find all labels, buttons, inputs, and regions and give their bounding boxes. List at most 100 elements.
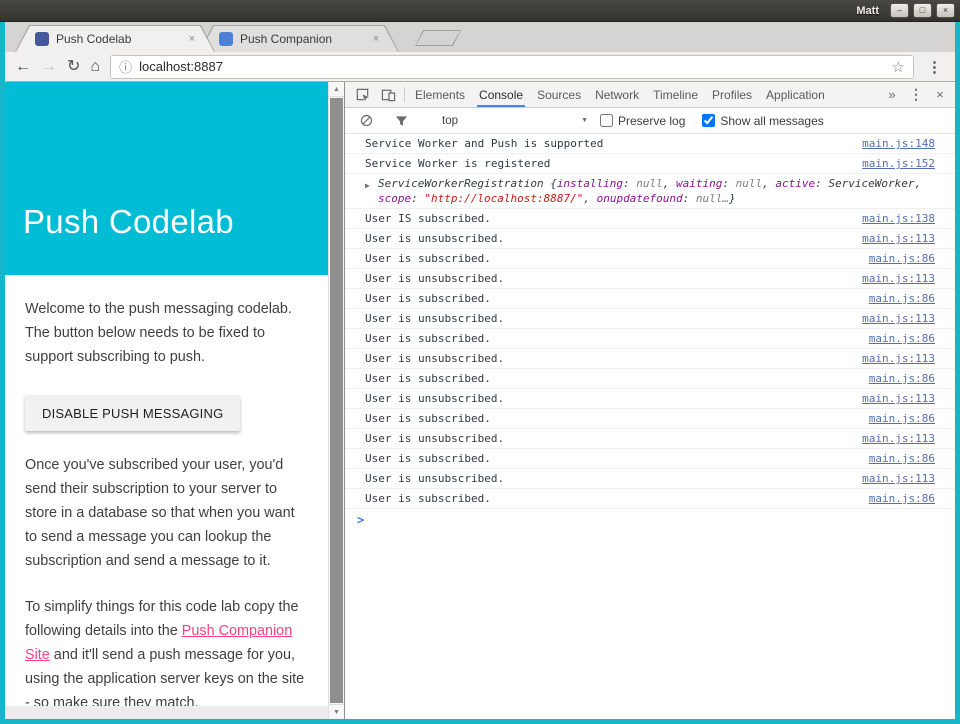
minimize-button[interactable]: – bbox=[890, 3, 909, 18]
toolbar-divider bbox=[404, 87, 405, 102]
console-message-row: User is subscribed. main.js:86 bbox=[345, 289, 955, 309]
browser-tab-push-companion[interactable]: Push Companion × bbox=[199, 25, 399, 52]
console-message-text: User is unsubscribed. bbox=[365, 431, 848, 446]
tab-favicon bbox=[219, 32, 233, 46]
maximize-button[interactable]: □ bbox=[913, 3, 932, 18]
devtools-tab-bar: Elements Console Sources Network Timelin… bbox=[345, 82, 955, 108]
tab-close-icon[interactable]: × bbox=[373, 33, 379, 45]
browser-tab-push-codelab[interactable]: Push Codelab × bbox=[15, 25, 215, 52]
clear-console-icon[interactable] bbox=[353, 114, 379, 127]
reload-button[interactable]: ↻ bbox=[67, 59, 80, 75]
new-tab-button[interactable] bbox=[415, 30, 461, 46]
companion-text-after: and it'll send a push message for you, u… bbox=[25, 647, 304, 711]
site-info-icon[interactable]: ⓘ bbox=[119, 57, 132, 76]
page-hero: Push Codelab bbox=[5, 82, 328, 275]
devtools-tab-network[interactable]: Network bbox=[588, 82, 646, 107]
tab-title: Push Companion bbox=[240, 32, 366, 46]
console-message-text: Service Worker is registered bbox=[365, 156, 848, 171]
console-message-row: User is unsubscribed. main.js:113 bbox=[345, 389, 955, 409]
page-scrollbar[interactable]: ▲ ▼ bbox=[328, 82, 344, 719]
console-messages: Service Worker and Push is supportedmain… bbox=[345, 134, 955, 509]
object-class-name: ServiceWorkerRegistration bbox=[378, 177, 550, 190]
scrollbar-thumb[interactable] bbox=[330, 98, 343, 703]
console-source-link[interactable]: main.js:86 bbox=[869, 411, 935, 426]
console-message-row: User is subscribed. main.js:86 bbox=[345, 329, 955, 349]
console-message-row: User is subscribed. main.js:86 bbox=[345, 489, 955, 509]
console-source-link[interactable]: main.js:113 bbox=[862, 471, 935, 486]
console-source-link[interactable]: main.js:113 bbox=[862, 231, 935, 246]
devtools-panel: Elements Console Sources Network Timelin… bbox=[345, 82, 955, 719]
console-source-link[interactable]: main.js:152 bbox=[862, 156, 935, 171]
console-message-text: User is unsubscribed. bbox=[365, 271, 848, 286]
devtools-tab-profiles[interactable]: Profiles bbox=[705, 82, 759, 107]
tab-strip: Push Codelab × Push Companion × bbox=[5, 22, 955, 52]
forward-button[interactable]: → bbox=[41, 59, 57, 75]
console-source-link[interactable]: main.js:138 bbox=[862, 211, 935, 226]
hero-title: Push Codelab bbox=[23, 203, 234, 241]
chevron-down-icon: ▼ bbox=[581, 117, 588, 124]
titlebar-user-label: Matt bbox=[856, 5, 879, 17]
devtools-tab-console[interactable]: Console bbox=[472, 82, 530, 107]
scrollbar-down-arrow-icon[interactable]: ▼ bbox=[329, 704, 344, 719]
console-source-link[interactable]: main.js:86 bbox=[869, 371, 935, 386]
expand-triangle-icon[interactable]: ▶ bbox=[365, 178, 370, 193]
code-block-top bbox=[5, 706, 328, 719]
console-message-row: User is unsubscribed. main.js:113 bbox=[345, 269, 955, 289]
preserve-log-checkbox[interactable]: Preserve log bbox=[600, 114, 685, 128]
codelab-page: Push Codelab Welcome to the push messagi… bbox=[5, 82, 345, 719]
console-source-link[interactable]: main.js:86 bbox=[869, 451, 935, 466]
console-message-row: User is unsubscribed. main.js:113 bbox=[345, 429, 955, 449]
console-source-link[interactable]: main.js:113 bbox=[862, 311, 935, 326]
omnibox[interactable]: ⓘ localhost:8887 ☆ bbox=[110, 55, 914, 79]
show-all-messages-checkbox[interactable]: Show all messages bbox=[702, 114, 823, 128]
companion-paragraph: To simplify things for this code lab cop… bbox=[25, 595, 308, 715]
tab-close-icon[interactable]: × bbox=[189, 33, 195, 45]
devtools-tab-elements[interactable]: Elements bbox=[408, 82, 472, 107]
bookmark-star-icon[interactable]: ☆ bbox=[892, 58, 905, 76]
console-source-link[interactable]: main.js:113 bbox=[862, 271, 935, 286]
console-message-row: User is unsubscribed. main.js:113 bbox=[345, 349, 955, 369]
inspect-element-icon[interactable] bbox=[349, 82, 375, 107]
console-source-link[interactable]: main.js:86 bbox=[869, 291, 935, 306]
intro-paragraph: Welcome to the push messaging codelab. T… bbox=[25, 297, 308, 369]
console-message-text: User is subscribed. bbox=[365, 491, 855, 506]
console-source-link[interactable]: main.js:148 bbox=[862, 136, 935, 151]
execution-context-selector[interactable]: top ▼ bbox=[439, 115, 591, 127]
console-source-link[interactable]: main.js:86 bbox=[869, 331, 935, 346]
show-all-messages-checkbox-input[interactable] bbox=[702, 114, 715, 127]
devtools-menu-icon[interactable]: ⋮ bbox=[904, 86, 928, 103]
console-message-row: User is subscribed. main.js:86 bbox=[345, 409, 955, 429]
console-source-link[interactable]: main.js:113 bbox=[862, 391, 935, 406]
devtools-tab-application[interactable]: Application bbox=[759, 82, 832, 107]
console-message-text: User is unsubscribed. bbox=[365, 391, 848, 406]
home-button[interactable]: ⌂ bbox=[90, 59, 100, 75]
devtools-tab-timeline[interactable]: Timeline bbox=[646, 82, 705, 107]
device-toolbar-icon[interactable] bbox=[375, 82, 401, 107]
console-source-link[interactable]: main.js:86 bbox=[869, 491, 935, 506]
console-source-link[interactable]: main.js:86 bbox=[869, 251, 935, 266]
scrollbar-up-arrow-icon[interactable]: ▲ bbox=[329, 82, 344, 97]
browser-menu-button[interactable]: ⋮ bbox=[924, 58, 945, 76]
console-source-link[interactable]: main.js:113 bbox=[862, 431, 935, 446]
overflow-chevron-icon[interactable]: » bbox=[880, 87, 904, 102]
console-message-text: ▶ServiceWorkerRegistration {installing: … bbox=[365, 176, 935, 206]
window-titlebar: Matt – □ × bbox=[0, 0, 960, 22]
filter-icon[interactable] bbox=[388, 115, 414, 127]
console-message-row: User is unsubscribed.main.js:113 bbox=[345, 469, 955, 489]
devtools-close-icon[interactable]: × bbox=[928, 87, 952, 102]
console-message-text: User is subscribed. bbox=[365, 451, 855, 466]
disable-push-button[interactable]: DISABLE PUSH MESSAGING bbox=[25, 395, 240, 431]
devtools-tab-sources[interactable]: Sources bbox=[530, 82, 588, 107]
console-message-text: User is subscribed. bbox=[365, 291, 855, 306]
browser-window: Matt – □ × Push Codelab × Push Companio bbox=[0, 0, 960, 724]
console-message-text: User is unsubscribed. bbox=[365, 351, 848, 366]
console-prompt[interactable]: > bbox=[345, 509, 955, 531]
console-message-text: User is subscribed. bbox=[365, 411, 855, 426]
preserve-log-checkbox-input[interactable] bbox=[600, 114, 613, 127]
back-button[interactable]: ← bbox=[15, 59, 31, 75]
close-button[interactable]: × bbox=[936, 3, 955, 18]
url-text[interactable]: localhost:8887 bbox=[139, 59, 884, 74]
console-message-text: User is subscribed. bbox=[365, 331, 855, 346]
console-source-link[interactable]: main.js:113 bbox=[862, 351, 935, 366]
content-area: Push Codelab Welcome to the push messagi… bbox=[5, 82, 955, 719]
